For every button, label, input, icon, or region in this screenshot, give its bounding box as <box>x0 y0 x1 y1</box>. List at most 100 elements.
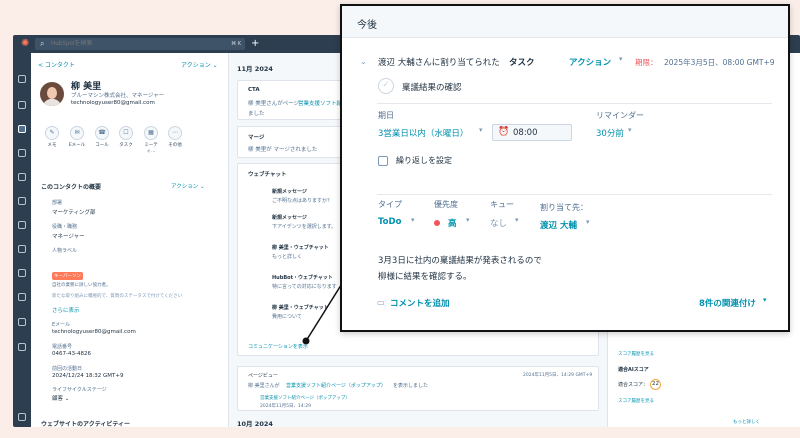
repeat-checkbox[interactable] <box>378 156 388 166</box>
associations-chevron-icon[interactable]: ▾ <box>763 296 767 304</box>
about-section-title[interactable]: このコンタクトの概要 <box>41 182 101 191</box>
ellipsis-icon: ⋯ <box>168 126 182 140</box>
due-label: 期限： <box>635 58 658 67</box>
title-value[interactable]: マネージャー <box>52 232 85 240</box>
field-label: Eメール <box>52 322 71 328</box>
contacts-icon[interactable] <box>18 125 26 133</box>
email-button[interactable]: ✉ Eメール <box>66 126 88 148</box>
time-input[interactable] <box>513 127 568 138</box>
fit-score-value: 22 <box>650 379 661 390</box>
repeat-label[interactable]: 繰り返しを設定 <box>396 155 452 166</box>
priority-chevron-icon[interactable]: ▾ <box>466 216 470 224</box>
reminder-chevron-icon[interactable]: ▾ <box>628 126 632 134</box>
fit-ai-score-label[interactable]: 適合AIスコア <box>618 366 649 373</box>
expand-icon[interactable] <box>18 413 26 421</box>
sparkle-icon[interactable] <box>18 318 26 326</box>
actions-chevron-icon[interactable]: ▾ <box>619 55 623 63</box>
time-input-box[interactable]: ⏰ <box>492 124 572 141</box>
queue-dropdown[interactable]: なし <box>490 217 507 229</box>
score-history-link[interactable]: スコア履歴を見る <box>618 351 654 357</box>
about-actions-menu[interactable]: アクション ⌄ <box>171 182 205 190</box>
search-bar[interactable]: ⌕ ⌘ K <box>35 38 245 50</box>
left-nav <box>13 53 31 427</box>
service-icon[interactable] <box>18 221 26 229</box>
field-label: 役職・職務 <box>52 224 78 230</box>
score-history-link[interactable]: スコア履歴を見る <box>618 398 654 404</box>
type-chevron-icon[interactable]: ▾ <box>411 216 415 224</box>
phone-value[interactable]: 0467-43-4826 <box>52 351 91 357</box>
more-button[interactable]: ⋯ その他 <box>164 126 186 148</box>
chat-item[interactable]: 柳 美里・ウェブチャット 費用について <box>262 304 342 328</box>
bookmark-icon[interactable] <box>18 75 26 83</box>
due-value: 2025年3月5日、08:00 GMT+9 <box>664 58 775 67</box>
due-date-dropdown[interactable]: 3営業日以内（水曜日） <box>378 127 468 139</box>
reports-icon[interactable] <box>18 269 26 277</box>
calendar-icon: ▦ <box>144 126 158 140</box>
hubspot-logo-icon[interactable]: ✺ <box>21 38 32 49</box>
sales-icon[interactable] <box>18 197 26 205</box>
chat-item[interactable]: HubBot・ウェブチャット 特に言っての対応になります <box>262 274 342 298</box>
email-value[interactable]: technologyuser80@gmail.com <box>52 329 136 335</box>
pageview-card[interactable]: ページビュー 2024年11月5日、14:29 GMT+9 柳 美里さんが 営業… <box>237 366 599 411</box>
marketing-icon[interactable] <box>18 149 26 157</box>
assignee-label: 割り当て先： <box>540 203 588 212</box>
task-name[interactable]: 稟議結果の確認 <box>402 81 462 93</box>
associations-link[interactable]: 8件の関連付け <box>699 297 756 309</box>
chat-item[interactable]: 新規メッセージ 下アイデンツを選択します。 <box>262 214 342 238</box>
website-activity-title[interactable]: ウェブサイトのアクティビティー <box>41 419 130 427</box>
complete-task-checkbox[interactable]: ✓ <box>378 78 394 94</box>
assignee-dropdown[interactable]: 渡辺 大輔 <box>540 219 577 231</box>
field-label: ライフサイクルステージ <box>52 387 107 393</box>
pencil-icon: ✎ <box>45 126 59 140</box>
chat-item[interactable]: 新規メッセージ ご不明な点はありますか？ <box>262 188 342 212</box>
back-to-contacts-link[interactable]: < コンタクト <box>38 60 75 69</box>
month-header: 11月 2024 <box>237 65 273 73</box>
search-shortcut: ⌘ K <box>231 41 241 47</box>
grid-icon[interactable] <box>18 101 26 109</box>
add-icon[interactable]: + <box>251 37 259 51</box>
department-value[interactable]: マーケティング部 <box>52 208 96 216</box>
apps-icon[interactable] <box>18 343 26 351</box>
note-button[interactable]: ✎ メモ <box>41 126 63 148</box>
queue-chevron-icon[interactable]: ▾ <box>515 216 519 224</box>
pageview-sub-link[interactable]: 営業支援ソフト紹介ページ（ポップアップ） <box>260 395 350 401</box>
task-button[interactable]: ☐ タスク <box>115 126 137 148</box>
assignee-chevron-icon[interactable]: ▾ <box>586 218 590 226</box>
lifecycle-value[interactable]: 顧客 ⌄ <box>52 394 69 402</box>
automation-icon[interactable] <box>18 245 26 253</box>
expand-chevron-icon[interactable]: ⌄ <box>360 57 367 66</box>
comment-icon[interactable]: ▭ <box>377 298 385 307</box>
person-label-value[interactable]: 自社の業務に詳しい協力者。 <box>52 282 111 288</box>
meeting-button[interactable]: ▦ ミーティ... <box>140 126 162 154</box>
show-more-link[interactable]: さらに表示 <box>52 306 80 314</box>
popup-header: 今後 <box>342 6 788 38</box>
more-details-link[interactable]: もっと詳しく <box>733 419 760 425</box>
task-assigned-text: 渡辺 大輔さんに割り当てられた <box>378 58 500 68</box>
chat-item[interactable]: 柳 美里・ウェブチャット もっと詳しく <box>262 244 342 268</box>
popup-title: 今後 <box>357 20 377 31</box>
month-header: 10月 2024 <box>237 420 273 427</box>
contact-email[interactable]: technologyuser80@gmail.com <box>71 100 155 106</box>
reminder-dropdown[interactable]: 30分前 <box>596 127 624 139</box>
avatar <box>40 82 64 106</box>
priority-dot-icon <box>434 220 440 226</box>
divider <box>377 194 772 195</box>
due-date-chevron-icon[interactable]: ▾ <box>479 126 483 134</box>
type-dropdown[interactable]: ToDo <box>378 217 401 227</box>
pageview-link[interactable]: 営業支援ソフト紹介ページ（ポップアップ） <box>286 382 386 389</box>
upcoming-task-popup: 今後 ⌄ 渡辺 大輔さんに割り当てられた タスク アクション ▾ 期限： 202… <box>340 4 790 332</box>
contact-actions-menu[interactable]: アクション ⌄ <box>181 60 218 69</box>
due-date-label: 期日 <box>378 111 394 120</box>
mail-icon: ✉ <box>70 126 84 140</box>
task-actions-menu[interactable]: アクション <box>569 56 611 68</box>
reminder-label: リマインダー <box>596 111 644 120</box>
show-communication-link[interactable]: コミュニケーションを表示 <box>248 343 308 350</box>
search-icon: ⌕ <box>40 39 45 48</box>
call-button[interactable]: ☎ コール <box>91 126 113 148</box>
priority-label: 優先度 <box>434 200 458 209</box>
content-icon[interactable] <box>18 173 26 181</box>
add-comment-link[interactable]: コメントを追加 <box>390 297 450 309</box>
search-input[interactable] <box>51 38 221 50</box>
priority-dropdown[interactable]: 高 <box>448 217 457 229</box>
data-icon[interactable] <box>18 293 26 301</box>
